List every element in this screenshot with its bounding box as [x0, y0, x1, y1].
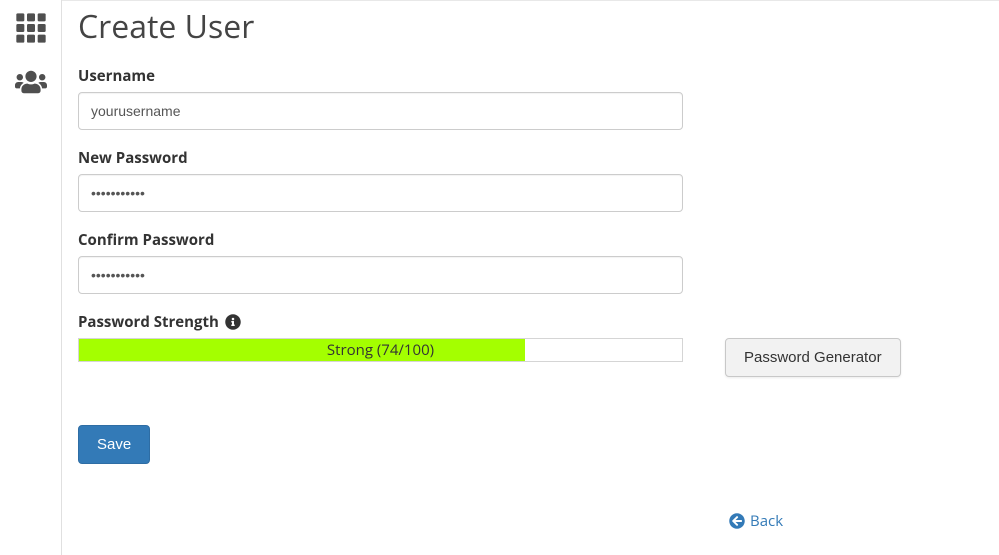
info-icon[interactable]	[225, 314, 241, 330]
back-link-text: Back	[750, 511, 783, 531]
username-input[interactable]	[78, 92, 683, 130]
confirm-password-input[interactable]	[78, 256, 683, 294]
password-strength-meter: Strong (74/100)	[78, 338, 683, 362]
new-password-input[interactable]	[78, 174, 683, 212]
username-label: Username	[78, 66, 983, 86]
new-password-group: New Password	[78, 148, 983, 212]
password-strength-label: Password Strength	[78, 312, 219, 332]
new-password-label: New Password	[78, 148, 983, 168]
confirm-password-label: Confirm Password	[78, 230, 983, 250]
save-button[interactable]: Save	[78, 425, 150, 464]
arrow-left-circle-icon	[729, 513, 745, 529]
sidebar	[0, 0, 62, 555]
password-generator-button[interactable]: Password Generator	[725, 338, 901, 377]
confirm-password-group: Confirm Password	[78, 230, 983, 294]
page-title: Create User	[78, 5, 983, 48]
username-group: Username	[78, 66, 983, 130]
back-link[interactable]: Back	[729, 511, 783, 531]
password-strength-text: Strong (74/100)	[79, 339, 682, 361]
main-content: Create User Username New Password Confir…	[62, 0, 999, 555]
password-strength-group: Password Strength Strong (74/100) Passwo…	[78, 312, 983, 377]
users-icon[interactable]	[15, 66, 47, 98]
apps-grid-icon[interactable]	[15, 12, 47, 44]
